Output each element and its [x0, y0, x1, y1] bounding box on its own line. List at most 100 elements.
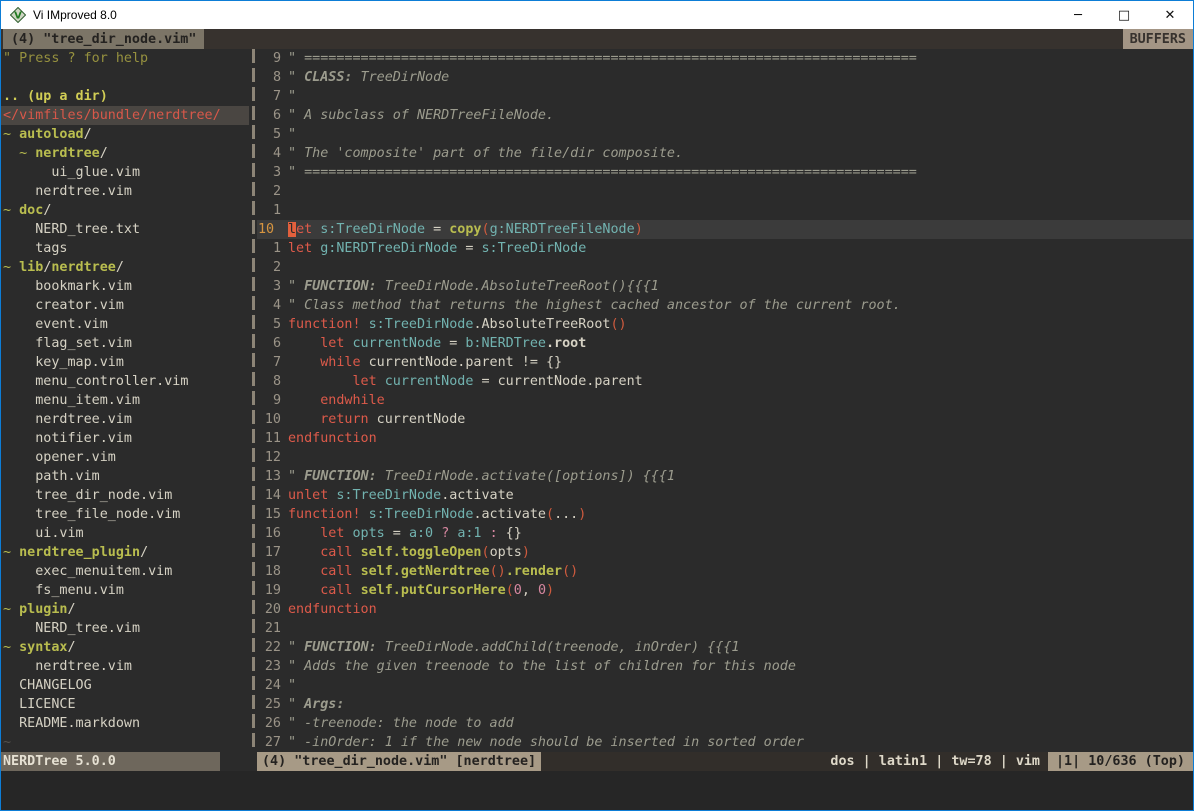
buffers-label[interactable]: BUFFERS [1123, 29, 1193, 49]
code-line[interactable]: 7 while currentNode.parent != {} [257, 353, 1193, 372]
tree-row[interactable]: menu_controller.vim [1, 372, 249, 391]
code-line[interactable]: 9" =====================================… [257, 49, 1193, 68]
tree-row[interactable]: ~ syntax/ [1, 638, 249, 657]
tree-row[interactable]: ~ [1, 733, 249, 752]
line-number: 10 [257, 220, 288, 239]
code-line[interactable]: 26" -treenode: the node to add [257, 714, 1193, 733]
code-line[interactable]: 12 [257, 448, 1193, 467]
tree-row[interactable]: ~ nerdtree/ [1, 144, 249, 163]
tree-row[interactable]: ~ plugin/ [1, 600, 249, 619]
code-line[interactable]: 22" FUNCTION: TreeDirNode.addChild(treen… [257, 638, 1193, 657]
line-number: 6 [257, 334, 288, 353]
tree-row[interactable]: tree_file_node.vim [1, 505, 249, 524]
code-text: call self.putCursorHere(0, 0) [288, 581, 1193, 600]
tree-row[interactable]: key_map.vim [1, 353, 249, 372]
code-line[interactable]: 8" CLASS: TreeDirNode [257, 68, 1193, 87]
line-number: 7 [257, 353, 288, 372]
code-line[interactable]: 17 call self.toggleOpen(opts) [257, 543, 1193, 562]
title-bar[interactable]: V Vi IMproved 8.0 ─ □ ✕ [1, 1, 1193, 29]
code-line[interactable]: 21 [257, 619, 1193, 638]
line-number: 13 [257, 467, 288, 486]
tree-row[interactable]: fs_menu.vim [1, 581, 249, 600]
code-line[interactable]: 5function! s:TreeDirNode.AbsoluteTreeRoo… [257, 315, 1193, 334]
tree-row[interactable]: tags [1, 239, 249, 258]
minimize-button[interactable]: ─ [1055, 1, 1101, 29]
code-text: " ======================================… [288, 49, 1193, 68]
tree-row[interactable]: NERD_tree.txt [1, 220, 249, 239]
command-line[interactable] [1, 771, 1193, 810]
code-line[interactable]: 2 [257, 258, 1193, 277]
code-line[interactable]: 6" A subclass of NERDTreeFileNode. [257, 106, 1193, 125]
line-number: 1 [257, 201, 288, 220]
tree-row[interactable]: ui_glue.vim [1, 163, 249, 182]
code-line[interactable]: 13" FUNCTION: TreeDirNode.activate([opti… [257, 467, 1193, 486]
tree-row[interactable]: ~ autoload/ [1, 125, 249, 144]
code-line[interactable]: 3" FUNCTION: TreeDirNode.AbsoluteTreeRoo… [257, 277, 1193, 296]
line-number: 21 [257, 619, 288, 638]
code-line[interactable]: 16 let opts = a:0 ? a:1 : {} [257, 524, 1193, 543]
tree-row[interactable]: menu_item.vim [1, 391, 249, 410]
code-line-current[interactable]: 10let s:TreeDirNode = copy(g:NERDTreeFil… [257, 220, 1193, 239]
code-line[interactable]: 9 endwhile [257, 391, 1193, 410]
maximize-button[interactable]: □ [1101, 1, 1147, 29]
code-line[interactable]: 4" Class method that returns the highest… [257, 296, 1193, 315]
line-number: 6 [257, 106, 288, 125]
tree-row[interactable]: nerdtree.vim [1, 657, 249, 676]
code-line[interactable]: 25" Args: [257, 695, 1193, 714]
tree-row[interactable]: CHANGELOG [1, 676, 249, 695]
code-text: let s:TreeDirNode = copy(g:NERDTreeFileN… [288, 220, 1193, 239]
code-line[interactable]: 27" -inOrder: 1 if the new node should b… [257, 733, 1193, 752]
tab-tree-dir-node[interactable]: (4) "tree_dir_node.vim" [3, 29, 204, 49]
tree-row[interactable]: ~ nerdtree_plugin/ [1, 543, 249, 562]
tree-row[interactable]: bookmark.vim [1, 277, 249, 296]
line-number: 26 [257, 714, 288, 733]
code-line[interactable]: 6 let currentNode = b:NERDTree.root [257, 334, 1193, 353]
code-line[interactable]: 11endfunction [257, 429, 1193, 448]
tree-row[interactable]: .. (up a dir) [1, 87, 249, 106]
tree-row[interactable]: ui.vim [1, 524, 249, 543]
svg-text:V: V [14, 11, 22, 22]
tree-row[interactable]: </vimfiles/bundle/nerdtree/ [1, 106, 249, 125]
tree-row[interactable]: tree_dir_node.vim [1, 486, 249, 505]
code-line[interactable]: 7" [257, 87, 1193, 106]
code-line[interactable]: 23" Adds the given treenode to the list … [257, 657, 1193, 676]
code-line[interactable]: 1let g:NERDTreeDirNode = s:TreeDirNode [257, 239, 1193, 258]
code-line[interactable]: 3" =====================================… [257, 163, 1193, 182]
tree-row[interactable]: notifier.vim [1, 429, 249, 448]
code-text: function! s:TreeDirNode.AbsoluteTreeRoot… [288, 315, 1193, 334]
code-line[interactable]: 19 call self.putCursorHere(0, 0) [257, 581, 1193, 600]
code-line[interactable]: 4" The 'composite' part of the file/dir … [257, 144, 1193, 163]
line-number: 22 [257, 638, 288, 657]
tree-row[interactable]: LICENCE [1, 695, 249, 714]
status-gap [220, 752, 257, 771]
code-line[interactable]: 15function! s:TreeDirNode.activate(...) [257, 505, 1193, 524]
line-number: 20 [257, 600, 288, 619]
tree-row[interactable]: event.vim [1, 315, 249, 334]
tree-row[interactable]: path.vim [1, 467, 249, 486]
code-line[interactable]: 14unlet s:TreeDirNode.activate [257, 486, 1193, 505]
tree-row[interactable]: creator.vim [1, 296, 249, 315]
tree-row[interactable] [1, 68, 249, 87]
code-line[interactable]: 8 let currentNode = currentNode.parent [257, 372, 1193, 391]
code-line[interactable]: 18 call self.getNerdtree().render() [257, 562, 1193, 581]
tree-row[interactable]: nerdtree.vim [1, 182, 249, 201]
code-line[interactable]: 10 return currentNode [257, 410, 1193, 429]
tree-row[interactable]: opener.vim [1, 448, 249, 467]
code-line[interactable]: 20endfunction [257, 600, 1193, 619]
tree-row[interactable]: nerdtree.vim [1, 410, 249, 429]
tree-row[interactable]: exec_menuitem.vim [1, 562, 249, 581]
code-line[interactable]: 5" [257, 125, 1193, 144]
tree-row[interactable]: NERD_tree.vim [1, 619, 249, 638]
window-vertical-separator[interactable] [249, 49, 257, 752]
status-line: NERDTree 5.0.0 (4) "tree_dir_node.vim" [… [1, 752, 1193, 771]
code-line[interactable]: 24" [257, 676, 1193, 695]
line-number: 18 [257, 562, 288, 581]
tree-row[interactable]: ~ doc/ [1, 201, 249, 220]
tree-row[interactable]: " Press ? for help [1, 49, 249, 68]
code-line[interactable]: 2 [257, 182, 1193, 201]
tree-row[interactable]: ~ lib/nerdtree/ [1, 258, 249, 277]
code-line[interactable]: 1 [257, 201, 1193, 220]
tree-row[interactable]: README.markdown [1, 714, 249, 733]
close-button[interactable]: ✕ [1147, 1, 1193, 29]
tree-row[interactable]: flag_set.vim [1, 334, 249, 353]
